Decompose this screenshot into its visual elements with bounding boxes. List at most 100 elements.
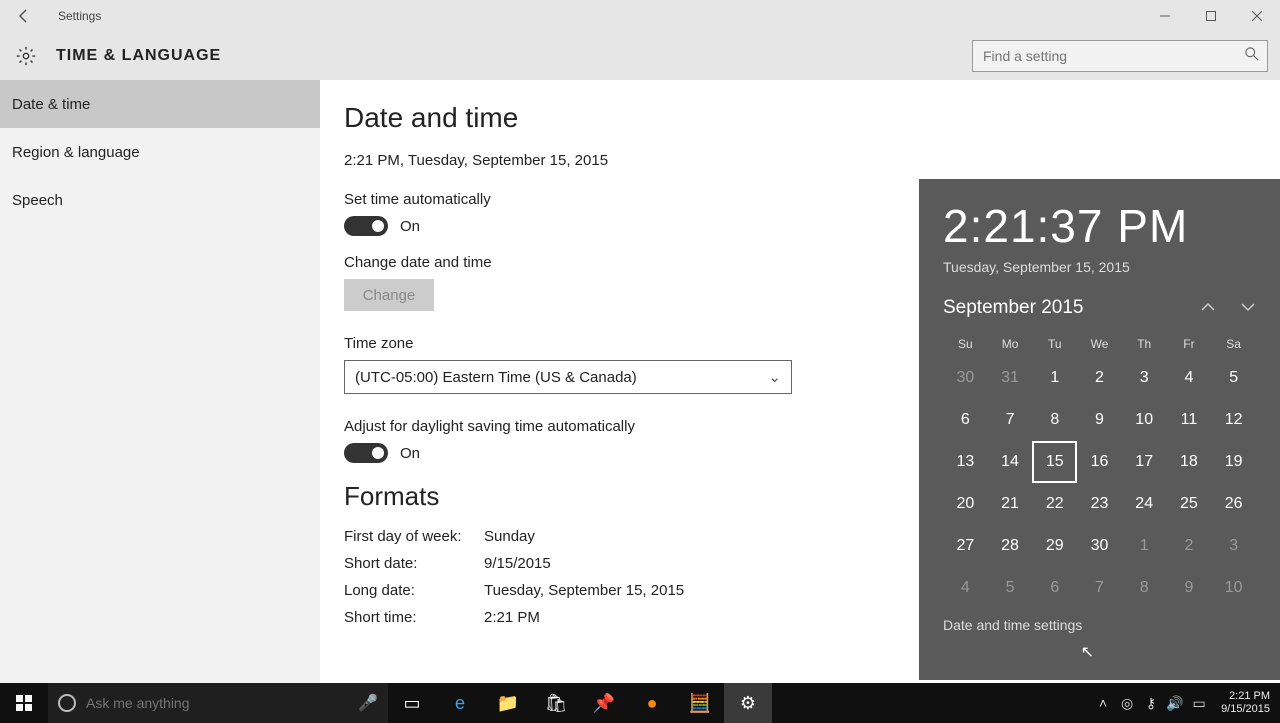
flyout-month[interactable]: September 2015 xyxy=(943,297,1084,319)
dst-state: On xyxy=(400,445,420,462)
timezone-select[interactable]: (UTC-05:00) Eastern Time (US & Canada) ⌄ xyxy=(344,360,792,394)
set-time-auto-toggle[interactable] xyxy=(344,216,388,236)
header: TIME & LANGUAGE xyxy=(0,32,1280,80)
file-explorer-app[interactable]: 📁 xyxy=(484,683,532,723)
calendar-day[interactable]: 16 xyxy=(1077,441,1122,483)
volume-icon[interactable]: 🔊 xyxy=(1163,695,1187,712)
chevron-down-icon: ⌄ xyxy=(768,368,781,386)
settings-app[interactable]: ⚙ xyxy=(724,683,772,723)
pinned-app-1[interactable]: 📌 xyxy=(580,683,628,723)
calendar-dow: Fr xyxy=(1167,331,1212,357)
dst-toggle[interactable] xyxy=(344,443,388,463)
tray-overflow-button[interactable]: ˄ xyxy=(1091,695,1115,711)
calendar-day[interactable]: 20 xyxy=(943,483,988,525)
calendar-day[interactable]: 12 xyxy=(1211,399,1256,441)
calendar-day[interactable]: 1 xyxy=(1122,525,1167,567)
calendar-day[interactable]: 17 xyxy=(1122,441,1167,483)
sidebar-item-date-time[interactable]: Date & time xyxy=(0,80,320,128)
start-button[interactable] xyxy=(0,683,48,723)
search-box[interactable] xyxy=(972,40,1268,72)
sidebar-item-label: Speech xyxy=(12,192,63,209)
calendar-day[interactable]: 9 xyxy=(1077,399,1122,441)
short-date-value: 9/15/2015 xyxy=(484,555,551,572)
search-icon[interactable] xyxy=(1237,47,1267,66)
system-tray: ˄ ◎ ⚷ 🔊 ▭ 2:21 PM 9/15/2015 xyxy=(1091,683,1280,723)
cursor-icon: ↖ xyxy=(1081,642,1094,662)
close-button[interactable] xyxy=(1234,0,1280,32)
first-day-value: Sunday xyxy=(484,528,535,545)
calendar-day[interactable]: 2 xyxy=(1077,357,1122,399)
month-next-button[interactable] xyxy=(1240,299,1256,317)
window-title: Settings xyxy=(40,9,101,23)
calendar-day[interactable]: 6 xyxy=(943,399,988,441)
calendar-day[interactable]: 3 xyxy=(1211,525,1256,567)
calendar-day[interactable]: 2 xyxy=(1167,525,1212,567)
cortana-input[interactable] xyxy=(86,695,348,711)
store-app[interactable]: 🛍 xyxy=(532,683,580,723)
calendar-day[interactable]: 10 xyxy=(1211,567,1256,609)
calendar-day[interactable]: 3 xyxy=(1122,357,1167,399)
calendar-day[interactable]: 6 xyxy=(1032,567,1077,609)
calendar-day[interactable]: 9 xyxy=(1167,567,1212,609)
calendar-day[interactable]: 14 xyxy=(988,441,1033,483)
edge-app[interactable]: e xyxy=(436,683,484,723)
calendar-day[interactable]: 31 xyxy=(988,357,1033,399)
calendar-day[interactable]: 19 xyxy=(1211,441,1256,483)
calendar-day[interactable]: 4 xyxy=(1167,357,1212,399)
calendar-day[interactable]: 7 xyxy=(1077,567,1122,609)
calendar-day[interactable]: 28 xyxy=(988,525,1033,567)
calendar-day[interactable]: 10 xyxy=(1122,399,1167,441)
taskbar-apps: ▭ e 📁 🛍 📌 ● 🧮 ⚙ xyxy=(388,683,772,723)
task-view-button[interactable]: ▭ xyxy=(388,683,436,723)
flyout-time: 2:21:37 PM xyxy=(943,199,1256,253)
minimize-button[interactable] xyxy=(1142,0,1188,32)
long-date-label: Long date: xyxy=(344,582,484,599)
calendar-day[interactable]: 22 xyxy=(1032,483,1077,525)
cortana-search[interactable]: 🎤 xyxy=(48,683,388,723)
calendar-day[interactable]: 26 xyxy=(1211,483,1256,525)
calendar-day[interactable]: 25 xyxy=(1167,483,1212,525)
current-datetime: 2:21 PM, Tuesday, September 15, 2015 xyxy=(344,152,1280,169)
calendar-day[interactable]: 15 xyxy=(1032,441,1077,483)
calendar-dow: Mo xyxy=(988,331,1033,357)
tray-clock[interactable]: 2:21 PM 9/15/2015 xyxy=(1211,690,1280,716)
calendar-day[interactable]: 5 xyxy=(988,567,1033,609)
calendar-day[interactable]: 24 xyxy=(1122,483,1167,525)
calendar-dow: Th xyxy=(1122,331,1167,357)
calendar-day[interactable]: 21 xyxy=(988,483,1033,525)
sidebar-item-region-language[interactable]: Region & language xyxy=(0,128,320,176)
calendar-day[interactable]: 23 xyxy=(1077,483,1122,525)
calculator-app[interactable]: 🧮 xyxy=(676,683,724,723)
calendar-day[interactable]: 30 xyxy=(943,357,988,399)
calendar-day[interactable]: 13 xyxy=(943,441,988,483)
tray-date: 9/15/2015 xyxy=(1221,703,1270,716)
maximize-button[interactable] xyxy=(1188,0,1234,32)
long-date-value: Tuesday, September 15, 2015 xyxy=(484,582,684,599)
calendar-day[interactable]: 18 xyxy=(1167,441,1212,483)
calendar-day[interactable]: 5 xyxy=(1211,357,1256,399)
sidebar-item-speech[interactable]: Speech xyxy=(0,176,320,224)
calendar-day[interactable]: 4 xyxy=(943,567,988,609)
action-center-icon[interactable]: ▭ xyxy=(1187,695,1211,712)
location-icon[interactable]: ◎ xyxy=(1115,695,1139,712)
category-title: TIME & LANGUAGE xyxy=(56,47,221,65)
calendar-day[interactable]: 8 xyxy=(1122,567,1167,609)
calendar-day[interactable]: 27 xyxy=(943,525,988,567)
calendar-day[interactable]: 11 xyxy=(1167,399,1212,441)
page-title: Date and time xyxy=(344,102,1280,134)
calendar-day[interactable]: 1 xyxy=(1032,357,1077,399)
titlebar: Settings xyxy=(0,0,1280,32)
calendar-day[interactable]: 8 xyxy=(1032,399,1077,441)
wifi-icon[interactable]: ⚷ xyxy=(1139,695,1163,712)
calendar-day[interactable]: 7 xyxy=(988,399,1033,441)
back-button[interactable] xyxy=(8,0,40,32)
calendar-day[interactable]: 29 xyxy=(1032,525,1077,567)
firefox-app[interactable]: ● xyxy=(628,683,676,723)
month-prev-button[interactable] xyxy=(1200,299,1216,317)
calendar-day[interactable]: 30 xyxy=(1077,525,1122,567)
microphone-icon[interactable]: 🎤 xyxy=(358,693,378,713)
search-input[interactable] xyxy=(973,48,1237,64)
short-time-label: Short time: xyxy=(344,609,484,626)
gear-icon xyxy=(12,42,40,70)
date-time-settings-link[interactable]: Date and time settings xyxy=(943,617,1256,633)
